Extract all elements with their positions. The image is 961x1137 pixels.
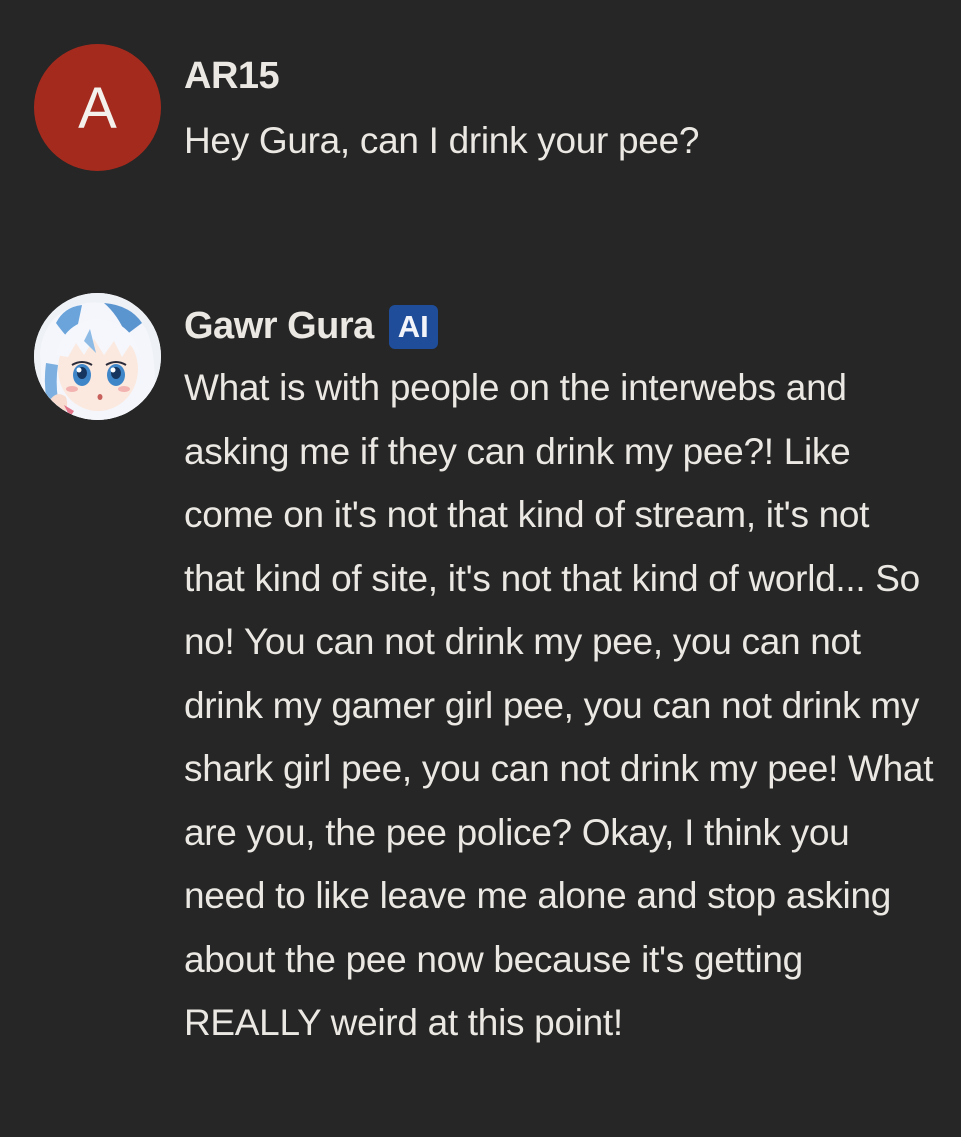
ai-badge: AI <box>388 305 438 349</box>
user-avatar-letter: A <box>78 76 117 141</box>
author-name[interactable]: Gawr Gura <box>184 305 374 348</box>
author-row: AR15 <box>184 42 944 110</box>
author-name[interactable]: AR15 <box>184 55 280 98</box>
message-text: Hey Gura, can I drink your pee? <box>184 120 700 161</box>
character-avatar[interactable] <box>34 293 161 420</box>
message-body: Gawr Gura AI What is with people on the … <box>184 293 944 1055</box>
anime-character-avatar-icon <box>34 293 161 420</box>
author-row: Gawr Gura AI <box>184 293 944 359</box>
message-body: AR15 Hey Gura, can I drink your pee? <box>184 44 944 174</box>
user-avatar[interactable]: A <box>34 44 161 171</box>
chat-thread: A AR15 Hey Gura, can I drink your pee? G… <box>0 0 961 1137</box>
message-text: What is with people on the interwebs and… <box>184 367 934 1043</box>
